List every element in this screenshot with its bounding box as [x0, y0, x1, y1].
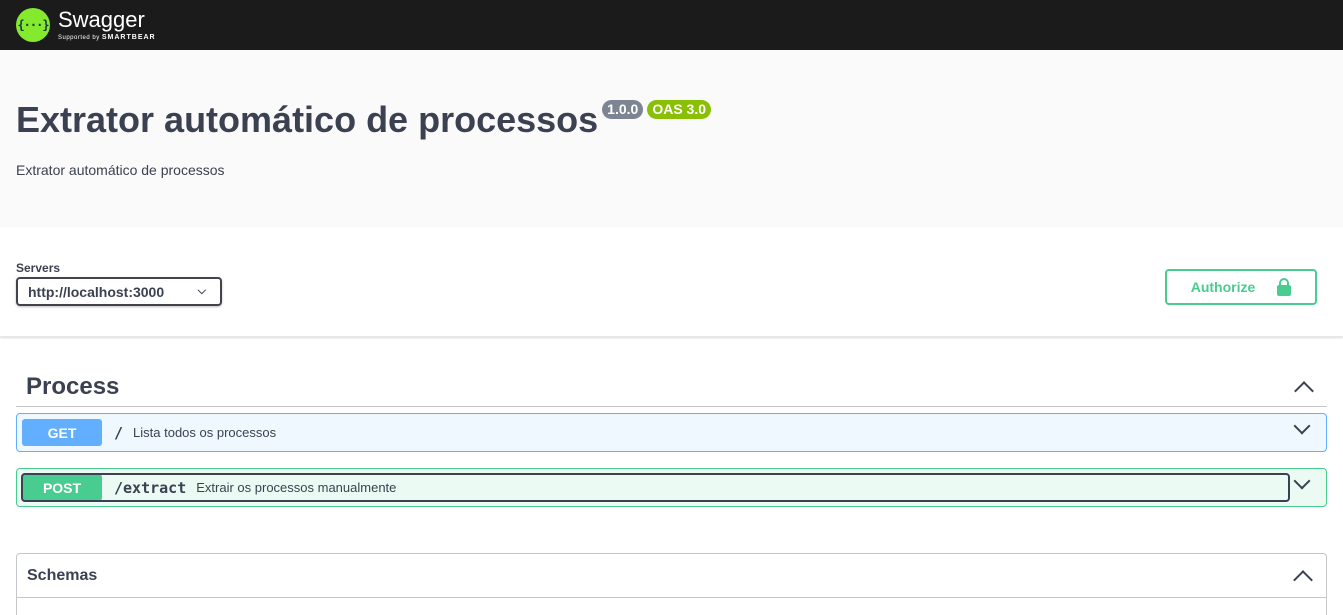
chevron-up-icon[interactable] [1293, 569, 1313, 590]
server-select[interactable]: http://localhost:3000 ⌵ [16, 277, 222, 306]
chevron-down-icon[interactable] [1293, 417, 1311, 435]
servers-label: Servers [16, 261, 61, 275]
oas-badge: OAS 3.0 [647, 100, 712, 119]
swagger-logo-icon: {···} [16, 8, 50, 42]
api-info: Extrator automático de processos 1.0.0 O… [0, 50, 1343, 227]
operation-post-extract[interactable]: POST /extract Extrair os processos manua… [16, 468, 1327, 507]
chevron-down-icon[interactable] [1293, 472, 1311, 490]
scheme-container: Servers http://localhost:3000 ⌵ Authoriz… [0, 227, 1343, 337]
swagger-logo[interactable]: {···} Swagger Supported by SMARTBEAR [16, 8, 156, 42]
operation-summary: Extrair os processos manualmente [196, 480, 397, 495]
method-badge-get: GET [22, 419, 102, 446]
logo-name: Swagger [58, 7, 145, 32]
topbar: {···} Swagger Supported by SMARTBEAR [0, 0, 1343, 50]
operation-path: / [114, 423, 124, 442]
tag-header[interactable]: Process [16, 367, 1327, 407]
server-select-value: http://localhost:3000 [28, 283, 165, 300]
chevron-up-icon[interactable] [1294, 380, 1314, 401]
tag-title: Process [26, 372, 120, 400]
operation-path: /extract [114, 478, 187, 497]
method-badge-post: POST [22, 474, 102, 501]
tag-section-process: Process GET / Lista todos os processos P… [16, 337, 1327, 507]
schemas-section: Schemas [16, 553, 1327, 615]
authorize-button[interactable]: Authorize [1165, 269, 1317, 305]
chevron-down-icon: ⌵ [197, 285, 206, 297]
unlock-icon [1277, 278, 1292, 296]
version-badge: 1.0.0 [602, 100, 644, 119]
api-title: Extrator automático de processos [16, 99, 599, 140]
operation-get-root[interactable]: GET / Lista todos os processos [16, 413, 1327, 452]
logo-subtitle: Supported by SMARTBEAR [58, 34, 156, 41]
schemas-title: Schemas [27, 566, 98, 584]
authorize-label: Authorize [1190, 279, 1256, 295]
api-description: Extrator automático de processos [16, 162, 225, 178]
schemas-header[interactable]: Schemas [17, 554, 1326, 598]
operation-summary: Lista todos os processos [133, 425, 277, 440]
